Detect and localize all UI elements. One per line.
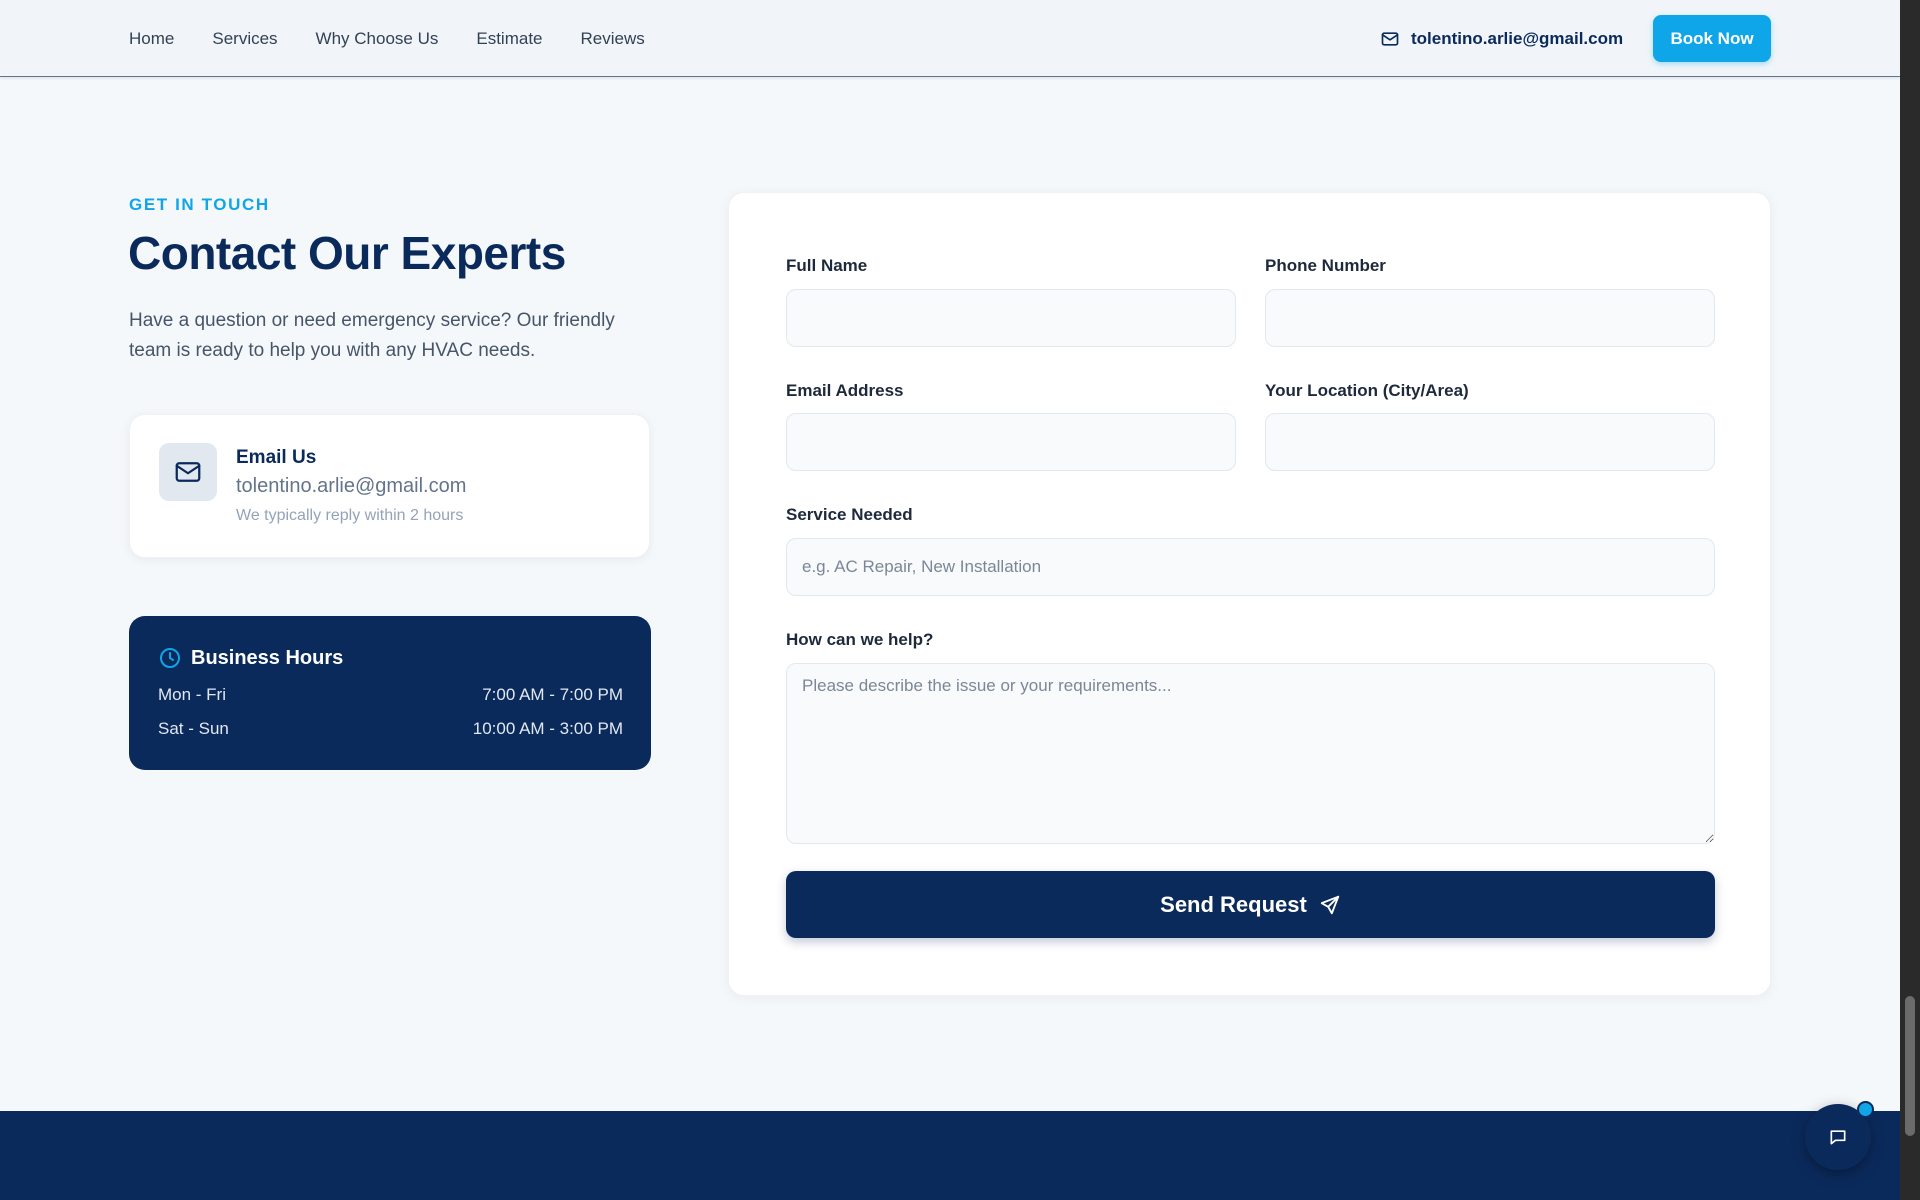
nav-link-reviews[interactable]: Reviews <box>581 29 645 49</box>
hours-days: Sat - Sun <box>158 719 229 738</box>
email-card-note: We typically reply within 2 hours <box>236 507 464 524</box>
nav-link-services[interactable]: Services <box>212 29 277 49</box>
service-needed-input[interactable] <box>786 538 1715 596</box>
chat-notification-dot <box>1857 1101 1874 1118</box>
mail-icon <box>175 462 201 482</box>
location-label: Your Location (City/Area) <box>1265 381 1469 400</box>
site-header: Home Services Why Choose Us Estimate Rev… <box>0 0 1900 77</box>
hours-time: 10:00 AM - 3:00 PM <box>472 719 623 738</box>
business-hours-card: Business Hours Mon - Fri 7:00 AM - 7:00 … <box>129 616 651 770</box>
header-email-link[interactable]: tolentino.arlie@gmail.com <box>1380 0 1623 77</box>
contact-form: Full Name Phone Number Email Address You… <box>728 192 1771 996</box>
send-request-label: Send Request <box>1160 891 1307 917</box>
business-hours-title: Business Hours <box>191 646 344 669</box>
hours-time: 7:00 AM - 7:00 PM <box>482 685 623 704</box>
nav-link-estimate[interactable]: Estimate <box>476 29 542 49</box>
location-input[interactable] <box>1265 413 1715 471</box>
scrollbar-thumb[interactable] <box>1905 996 1915 1136</box>
hours-row-weekend: Sat - Sun 10:00 AM - 3:00 PM <box>158 719 623 739</box>
send-icon <box>1320 895 1340 914</box>
phone-number-input[interactable] <box>1265 289 1715 347</box>
nav-link-why-choose-us[interactable]: Why Choose Us <box>316 29 439 49</box>
business-hours-header: Business Hours <box>158 646 343 670</box>
mail-icon <box>1381 31 1399 46</box>
chat-bubble-icon <box>1830 1130 1846 1145</box>
full-name-label: Full Name <box>786 256 868 275</box>
email-us-card: Email Us tolentino.arlie@gmail.com We ty… <box>129 414 650 558</box>
message-label: How can we help? <box>786 630 934 649</box>
intro-text: Have a question or need emergency servic… <box>129 310 615 361</box>
send-request-button[interactable]: Send Request <box>786 871 1715 938</box>
section-eyebrow: GET IN TOUCH <box>129 195 270 214</box>
hours-days: Mon - Fri <box>158 685 226 704</box>
email-card-icon-box <box>159 443 217 501</box>
footer-band <box>0 1111 1900 1200</box>
page-title: Contact Our Experts <box>128 227 566 279</box>
main-nav: Home Services Why Choose Us Estimate Rev… <box>129 0 645 77</box>
message-textarea[interactable] <box>786 663 1715 844</box>
hours-row-weekdays: Mon - Fri 7:00 AM - 7:00 PM <box>158 685 623 705</box>
service-needed-label: Service Needed <box>786 505 913 524</box>
full-name-input[interactable] <box>786 289 1236 347</box>
nav-link-home[interactable]: Home <box>129 29 174 49</box>
phone-number-label: Phone Number <box>1265 256 1386 275</box>
book-now-button[interactable]: Book Now <box>1653 15 1771 62</box>
clock-icon <box>160 648 180 668</box>
email-address-input[interactable] <box>786 413 1236 471</box>
email-card-address[interactable]: tolentino.arlie@gmail.com <box>236 475 466 498</box>
header-email-text: tolentino.arlie@gmail.com <box>1411 28 1624 48</box>
email-card-title: Email Us <box>236 447 317 468</box>
email-address-label: Email Address <box>786 381 904 400</box>
